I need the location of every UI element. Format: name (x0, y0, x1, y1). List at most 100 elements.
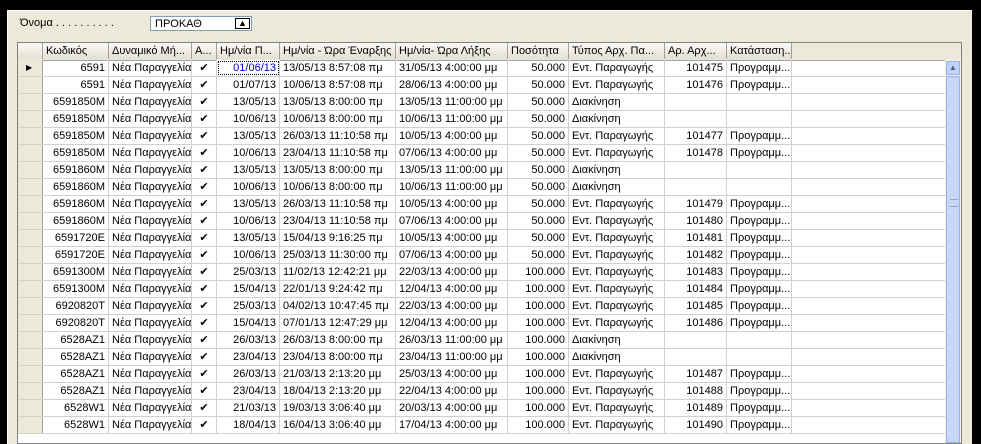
row-indicator[interactable] (18, 111, 43, 127)
cell-code[interactable]: 6591720E (43, 247, 109, 263)
row-indicator[interactable] (18, 417, 43, 433)
column-header-quantity[interactable]: Ποσότητα (508, 43, 569, 59)
cell-dynamic[interactable]: Νέα Παραγγελία (109, 179, 192, 195)
cell-code[interactable]: 6528W1 (43, 417, 109, 433)
column-header-active[interactable]: Α... (192, 43, 217, 59)
cell-quantity[interactable]: 50.000 (508, 162, 569, 178)
cell-active[interactable]: ✔ (192, 298, 217, 314)
cell-end[interactable]: 25/03/13 4:00:00 μμ (396, 366, 508, 382)
table-row[interactable]: 6591850M Νέα Παραγγελία ✔ 13/05/13 26/03/13 … (18, 128, 961, 145)
row-indicator[interactable] (18, 213, 43, 229)
cell-active[interactable]: ✔ (192, 213, 217, 229)
cell-status[interactable]: Προγραμμ... (727, 366, 792, 382)
cell-number[interactable]: 101486 (665, 315, 727, 331)
cell-type[interactable]: Εντ. Παραγωγής (569, 145, 665, 161)
cell-date[interactable]: 10/06/13 (217, 145, 280, 161)
cell-number[interactable]: 101481 (665, 230, 727, 246)
cell-type[interactable]: Εντ. Παραγωγής (569, 213, 665, 229)
cell-start[interactable]: 13/05/13 8:00:00 πμ (280, 162, 396, 178)
cell-dynamic[interactable]: Νέα Παραγγελία (109, 349, 192, 365)
cell-status[interactable] (727, 179, 792, 195)
column-header-end[interactable]: Ημ/νία- Ώρα Λήξης (396, 43, 508, 59)
cell-type[interactable]: Διακίνηση (569, 111, 665, 127)
cell-code[interactable]: 6591860M (43, 213, 109, 229)
cell-type[interactable]: Διακίνηση (569, 179, 665, 195)
table-row[interactable]: 6591720E Νέα Παραγγελία ✔ 13/05/13 15/04/13 … (18, 230, 961, 247)
row-indicator[interactable] (18, 281, 43, 297)
cell-number[interactable] (665, 162, 727, 178)
cell-code[interactable]: 6591850M (43, 111, 109, 127)
cell-number[interactable] (665, 94, 727, 110)
cell-date[interactable]: 10/06/13 (217, 247, 280, 263)
cell-start[interactable]: 26/03/13 11:10:58 πμ (280, 196, 396, 212)
cell-start[interactable]: 23/04/13 8:00:00 πμ (280, 349, 396, 365)
vertical-scrollbar[interactable]: ▲ (945, 60, 961, 443)
cell-date[interactable]: 13/05/13 (217, 94, 280, 110)
cell-date[interactable]: 13/05/13 (217, 230, 280, 246)
cell-code[interactable]: 6591860M (43, 162, 109, 178)
column-header-dynamic[interactable]: Δυναμικό Μή... (109, 43, 192, 59)
cell-end[interactable]: 07/06/13 4:00:00 μμ (396, 145, 508, 161)
cell-quantity[interactable]: 50.000 (508, 145, 569, 161)
cell-start[interactable]: 21/03/13 2:13:20 μμ (280, 366, 396, 382)
cell-date[interactable]: 13/05/13 (217, 162, 280, 178)
cell-active[interactable]: ✔ (192, 315, 217, 331)
column-header-number[interactable]: Αρ. Αρχ... (665, 43, 727, 59)
row-indicator[interactable] (18, 179, 43, 195)
cell-date[interactable]: 26/03/13 (217, 332, 280, 348)
cell-dynamic[interactable]: Νέα Παραγγελία (109, 315, 192, 331)
cell-end[interactable]: 20/03/13 4:00:00 μμ (396, 400, 508, 416)
table-row[interactable]: 6591850M Νέα Παραγγελία ✔ 10/06/13 10/06/13 … (18, 111, 961, 128)
column-header-status[interactable]: Κατάσταση... (727, 43, 792, 59)
cell-end[interactable]: 10/06/13 11:00:00 μμ (396, 111, 508, 127)
cell-start[interactable]: 26/03/13 8:00:00 πμ (280, 332, 396, 348)
cell-dynamic[interactable]: Νέα Παραγγελία (109, 366, 192, 382)
table-row[interactable]: 6591720E Νέα Παραγγελία ✔ 10/06/13 25/03/13 … (18, 247, 961, 264)
cell-code[interactable]: 6591300M (43, 281, 109, 297)
cell-quantity[interactable]: 100.000 (508, 417, 569, 433)
cell-active[interactable]: ✔ (192, 349, 217, 365)
cell-start[interactable]: 16/04/13 3:06:40 μμ (280, 417, 396, 433)
cell-dynamic[interactable]: Νέα Παραγγελία (109, 230, 192, 246)
name-filter-input[interactable]: ΠΡΟΚΑΘ ▲ (150, 16, 252, 31)
cell-number[interactable]: 101487 (665, 366, 727, 382)
cell-code[interactable]: 6591860M (43, 196, 109, 212)
cell-dynamic[interactable]: Νέα Παραγγελία (109, 111, 192, 127)
cell-type[interactable]: Διακίνηση (569, 162, 665, 178)
cell-number[interactable] (665, 179, 727, 195)
cell-number[interactable]: 101489 (665, 400, 727, 416)
cell-status[interactable] (727, 349, 792, 365)
cell-type[interactable]: Εντ. Παραγωγής (569, 400, 665, 416)
cell-end[interactable]: 31/05/13 4:00:00 μμ (396, 60, 508, 76)
cell-end[interactable]: 13/05/13 11:00:00 μμ (396, 94, 508, 110)
cell-start[interactable]: 10/06/13 8:00:00 πμ (280, 111, 396, 127)
cell-active[interactable]: ✔ (192, 247, 217, 263)
cell-code[interactable]: 6528AZ1 (43, 366, 109, 382)
cell-dynamic[interactable]: Νέα Παραγγελία (109, 196, 192, 212)
cell-dynamic[interactable]: Νέα Παραγγελία (109, 298, 192, 314)
cell-quantity[interactable]: 100.000 (508, 400, 569, 416)
cell-number[interactable]: 101477 (665, 128, 727, 144)
cell-dynamic[interactable]: Νέα Παραγγελία (109, 128, 192, 144)
cell-dynamic[interactable]: Νέα Παραγγελία (109, 60, 192, 76)
cell-end[interactable]: 07/06/13 4:00:00 μμ (396, 213, 508, 229)
cell-status[interactable]: Προγραμμ... (727, 417, 792, 433)
chevron-up-icon[interactable]: ▲ (946, 61, 960, 75)
table-row[interactable]: 6920820T Νέα Παραγγελία ✔ 25/03/13 04/02/13 … (18, 298, 961, 315)
cell-end[interactable]: 12/04/13 4:00:00 μμ (396, 281, 508, 297)
cell-active[interactable]: ✔ (192, 60, 217, 76)
cell-date[interactable]: 25/03/13 (217, 264, 280, 280)
cell-status[interactable] (727, 111, 792, 127)
cell-active[interactable]: ✔ (192, 366, 217, 382)
cell-active[interactable]: ✔ (192, 196, 217, 212)
cell-quantity[interactable]: 100.000 (508, 366, 569, 382)
cell-quantity[interactable]: 50.000 (508, 60, 569, 76)
cell-active[interactable]: ✔ (192, 417, 217, 433)
row-indicator[interactable] (18, 145, 43, 161)
cell-type[interactable]: Εντ. Παραγωγής (569, 196, 665, 212)
cell-active[interactable]: ✔ (192, 383, 217, 399)
row-indicator[interactable] (18, 77, 43, 93)
column-header-date[interactable]: Ημ/νία Π... (217, 43, 280, 59)
cell-code[interactable]: 6591860M (43, 179, 109, 195)
cell-code[interactable]: 6528AZ1 (43, 332, 109, 348)
